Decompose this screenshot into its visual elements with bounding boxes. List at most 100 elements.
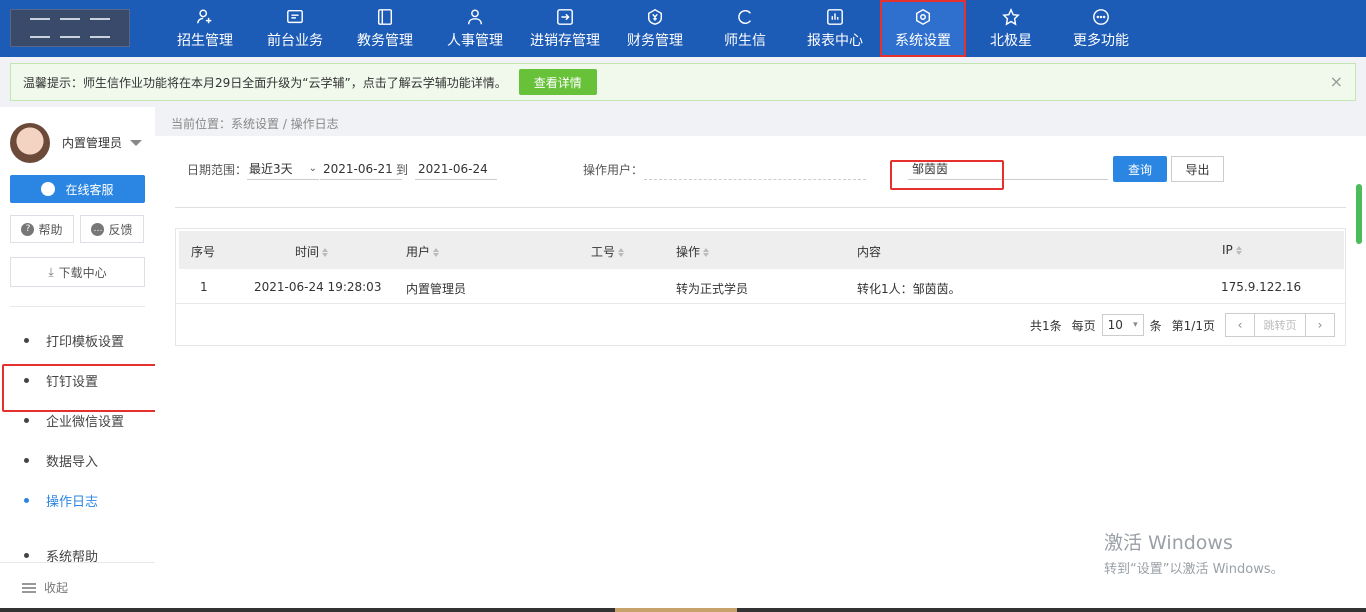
person-icon [465,7,485,27]
book-icon [375,7,395,27]
start-date-input[interactable]: 2021-06-21 [320,158,402,180]
per-page-label: 每页 [1071,318,1096,333]
online-service-button[interactable]: 在线客服 [10,175,145,203]
scrollbar[interactable] [1356,184,1362,244]
divider [175,207,1346,208]
nav-item-front-desk[interactable]: 前台业务 [250,0,340,57]
user-add-icon [195,7,215,27]
ellipsis-icon: … [91,222,105,236]
cell-content: 转化1人：邹茵茵。 [857,282,961,296]
bullet-icon [24,497,29,503]
cell-no: 1 [200,280,208,294]
highlight-box-operation-log [2,364,175,412]
table-row[interactable]: 1 2021-06-24 19:28:03 内置管理员 转为正式学员 转化1人：… [176,269,1345,304]
nav-item-academic[interactable]: 教务管理 [340,0,430,57]
nav-item-reports[interactable]: 报表中心 [790,0,880,57]
bullet-icon [24,337,29,343]
sort-icon[interactable] [703,248,710,257]
column-header-user[interactable]: 用户 [406,243,440,260]
chevron-down-icon: ▾ [1133,320,1138,330]
sidebar-item-print-template[interactable]: 打印模板设置 [0,320,155,360]
operator-label: 操作用户： [583,163,644,177]
chevron-down-icon[interactable] [130,140,142,146]
chat-bubble-icon [41,182,56,196]
sidebar-item-data-import[interactable]: 数据导入 [0,440,155,480]
total-count: 共1条 [1030,318,1062,333]
bullet-icon [24,457,29,463]
cell-ip: 175.9.122.16 [1221,280,1302,294]
jump-page-input[interactable]: 跳转页 [1255,313,1305,337]
download-center-button[interactable]: ⤓ 下载中心 [10,257,145,287]
column-header-operation[interactable]: 操作 [676,243,710,260]
taskbar-strip [0,608,1366,612]
end-date-input[interactable]: 2021-06-24 [415,158,497,180]
column-header-content: 内容 [857,245,882,259]
cell-time: 2021-06-24 19:28:03 [254,280,382,294]
windows-activation-watermark: 激活 Windows 转到“设置”以激活 Windows。 [1104,532,1284,577]
sidebar: 内置管理员 在线客服 ? 帮助 … 反馈 ⤓ 下载中心 打印模板设置 钉钉设置 … [0,107,155,612]
log-table: 序号 时间 用户 工号 操作 内容 IP 1 2021-06-24 19:28:… [175,228,1346,346]
question-icon: ? [21,222,35,236]
notice-text: 温馨提示：师生信作业功能将在本月29日全面升级为“云学辅”，点击了解云学辅功能详… [23,75,507,90]
notice-banner: 温馨提示：师生信作业功能将在本月29日全面升级为“云学辅”，点击了解云学辅功能详… [10,63,1356,101]
enter-box-icon [555,7,575,27]
operator-select[interactable] [644,158,866,180]
monitor-icon [285,7,305,27]
nav-item-polaris[interactable]: 北极星 [966,0,1056,57]
sort-icon[interactable] [433,248,440,257]
help-button[interactable]: ? 帮助 [10,215,74,243]
highlight-box-name [890,160,1004,190]
pagination: 共1条 每页 10 ▾ 条 第1/1页 ‹ 跳转页 › [1030,313,1335,337]
unit-label: 条 [1149,318,1162,333]
download-icon: ⤓ [48,264,54,279]
table-header: 序号 时间 用户 工号 操作 内容 IP [179,231,1344,269]
collapse-button[interactable]: 收起 [0,562,155,612]
nav-item-system-settings[interactable]: 系统设置 [880,0,966,57]
nav-item-more[interactable]: 更多功能 [1056,0,1146,57]
sort-icon[interactable] [1235,246,1243,255]
more-icon [1091,7,1111,27]
cell-operation: 转为正式学员 [676,282,749,296]
logo[interactable] [10,9,130,47]
yuan-shield-icon [645,7,665,27]
column-header-ip[interactable]: IP [1222,243,1243,257]
nav-item-hr[interactable]: 人事管理 [430,0,520,57]
nav-item-inventory[interactable]: 进销存管理 [520,0,610,57]
user-name[interactable]: 内置管理员 [62,134,122,151]
query-button[interactable]: 查询 [1113,156,1167,182]
menu-collapse-icon [22,582,36,593]
to-label: 到 [396,163,409,177]
avatar[interactable] [10,123,50,163]
next-page-button[interactable]: › [1305,313,1335,337]
page-indicator: 第1/1页 [1171,318,1215,333]
column-header-no: 序号 [191,245,216,259]
star-icon [1001,7,1021,27]
close-icon[interactable]: × [1330,72,1343,91]
column-header-staff-id[interactable]: 工号 [591,243,625,260]
bullet-icon [24,417,29,423]
prev-page-button[interactable]: ‹ [1225,313,1255,337]
chevron-down-icon: ⌄ [308,163,317,174]
main-nav: 招生管理 前台业务 教务管理 人事管理 进销存管理 财务管理 师生信 报表中心 [160,0,1146,57]
sidebar-item-operation-log[interactable]: 操作日志 [0,480,155,520]
divider [10,306,145,307]
nav-item-finance[interactable]: 财务管理 [610,0,700,57]
breadcrumb: 当前位置：系统设置 / 操作日志 [171,117,339,131]
feedback-button[interactable]: … 反馈 [80,215,144,243]
column-header-time[interactable]: 时间 [295,243,329,260]
chat-icon [735,7,755,27]
nav-item-enrollment[interactable]: 招生管理 [160,0,250,57]
sort-icon[interactable] [322,248,329,257]
settings-icon [913,7,933,27]
cell-user: 内置管理员 [406,282,467,296]
date-range-label: 日期范围： [187,163,248,177]
view-details-button[interactable]: 查看详情 [518,69,597,95]
top-navbar: 招生管理 前台业务 教务管理 人事管理 进销存管理 财务管理 师生信 报表中心 [0,0,1366,57]
page-size-select[interactable]: 10 ▾ [1101,314,1144,336]
chart-icon [825,7,845,27]
sort-icon[interactable] [618,248,625,257]
date-range-select[interactable]: 最近3天 ⌄ [247,158,319,180]
export-button[interactable]: 导出 [1171,156,1224,182]
nav-item-messaging[interactable]: 师生信 [700,0,790,57]
bullet-icon [24,552,29,558]
